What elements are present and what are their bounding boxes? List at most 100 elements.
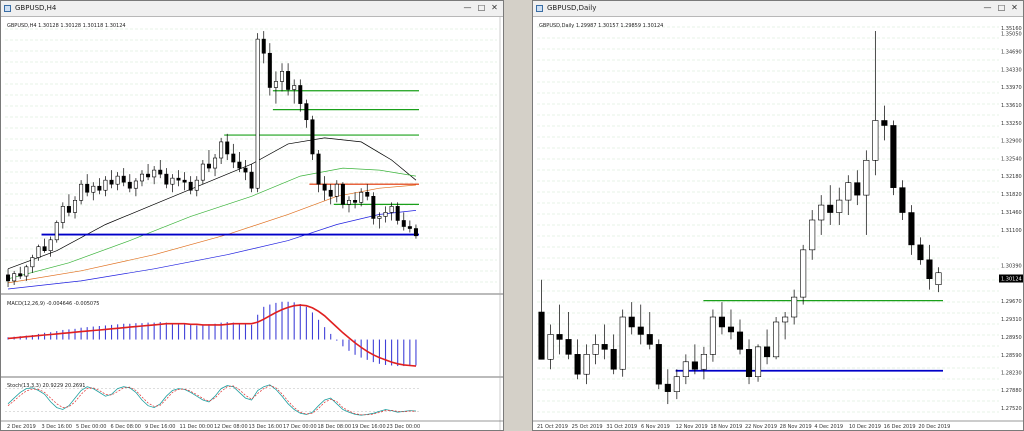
price-axis-label: 1.28590 bbox=[1001, 353, 1022, 359]
candle-body bbox=[365, 191, 370, 197]
candle-body bbox=[637, 326, 644, 335]
daily-window-title: GBPUSD,Daily bbox=[547, 4, 597, 12]
price-axis-label: 1.33610 bbox=[1001, 103, 1022, 109]
minimize-button[interactable]: — bbox=[982, 3, 993, 13]
price-axis-label: 1.30390 bbox=[1001, 263, 1022, 269]
candle-body bbox=[745, 349, 753, 378]
minimize-button[interactable]: — bbox=[462, 3, 473, 13]
candle-body bbox=[827, 204, 834, 213]
time-axis-label: 6 Dec 08:00 bbox=[111, 424, 141, 430]
candle-body bbox=[863, 160, 870, 196]
candle-body bbox=[791, 296, 798, 318]
candle-body bbox=[109, 179, 114, 185]
close-button[interactable]: ✕ bbox=[1009, 3, 1020, 13]
price-axis-label: 1.31820 bbox=[1001, 192, 1022, 198]
h4-chart-window[interactable]: GBPUSD,H4 — □ ✕ 1.353601.346201.336201.3… bbox=[0, 0, 504, 431]
candle-body bbox=[872, 120, 879, 161]
candle-body bbox=[298, 85, 303, 104]
candle-body bbox=[6, 274, 11, 282]
candle-body bbox=[328, 189, 333, 197]
candle-body bbox=[334, 183, 339, 197]
time-axis-label: 5 Dec 00:00 bbox=[76, 424, 106, 430]
candle-body bbox=[583, 354, 590, 375]
candle-body bbox=[30, 257, 35, 268]
daily-chart-window[interactable]: GBPUSD,Daily — □ ✕ 1.35160 1.35050 1.34690… bbox=[532, 0, 1024, 431]
candle-body bbox=[158, 169, 163, 175]
time-axis-label: 4 Dec 2019 bbox=[814, 424, 843, 430]
candle-body bbox=[200, 163, 205, 181]
daily-title-bar[interactable]: GBPUSD,Daily — □ ✕ bbox=[533, 1, 1023, 17]
candle-body bbox=[286, 71, 291, 90]
time-axis-label: 21 Oct 2019 bbox=[537, 424, 568, 430]
current-price-label: 1.30124 bbox=[1001, 277, 1022, 283]
price-axis-label: 1.27880 bbox=[1001, 388, 1022, 394]
candle-body bbox=[146, 173, 151, 178]
candle-body bbox=[754, 346, 762, 378]
maximize-button[interactable]: □ bbox=[996, 3, 1007, 13]
macd-label: MACD(12,26,9) -0.004646 -0.005075 bbox=[7, 301, 99, 307]
candle-body bbox=[908, 212, 915, 246]
chart-window-icon bbox=[536, 5, 543, 12]
candle-body bbox=[304, 103, 309, 121]
price-axis-label: 1.35050 bbox=[1001, 31, 1022, 37]
candle-body bbox=[574, 354, 581, 375]
candle-body bbox=[926, 259, 933, 280]
candle-body bbox=[401, 220, 406, 227]
candle-body bbox=[91, 185, 96, 193]
h4-background bbox=[1, 17, 503, 430]
candle-body bbox=[917, 244, 924, 261]
h4-window-title: GBPUSD,H4 bbox=[15, 4, 57, 12]
candle-body bbox=[359, 191, 364, 203]
h4-chart-svg[interactable]: 1.353601.346201.336201.327001.314401.310… bbox=[1, 17, 503, 430]
candle-body bbox=[718, 316, 726, 328]
price-axis-label: 1.32540 bbox=[1001, 156, 1022, 162]
time-axis-label: 31 Oct 2019 bbox=[606, 424, 637, 430]
candle-body bbox=[389, 206, 394, 213]
price-axis-label: 1.33250 bbox=[1001, 121, 1022, 127]
candle-body bbox=[182, 179, 187, 183]
daily-info-text: GBPUSD,Daily 1.29987 1.30157 1.29859 1.3… bbox=[539, 23, 663, 29]
candle-body bbox=[310, 119, 315, 155]
daily-chart-svg[interactable]: 1.351601.350501.346901.343301.339701.336… bbox=[533, 17, 1023, 430]
candle-body bbox=[547, 334, 554, 360]
candle-body bbox=[371, 195, 376, 219]
candle-body bbox=[255, 38, 260, 189]
candle-body bbox=[899, 187, 906, 213]
candle-body bbox=[845, 182, 852, 201]
candle-body bbox=[395, 206, 400, 221]
candle-body bbox=[273, 81, 278, 88]
candle-body bbox=[36, 246, 41, 258]
candle-body bbox=[736, 331, 744, 350]
candle-body bbox=[18, 273, 23, 277]
daily-chart-area[interactable]: 1.35160 1.35050 1.34690 1.34330 1.33970 1.336… bbox=[533, 17, 1023, 430]
candle-body bbox=[377, 216, 382, 219]
candle-body bbox=[691, 361, 698, 370]
candle-body bbox=[219, 141, 224, 159]
price-axis-label: 1.31460 bbox=[1001, 210, 1022, 216]
price-axis-label: 1.33970 bbox=[1001, 85, 1022, 91]
candle-body bbox=[206, 163, 211, 169]
price-axis-label: 1.31100 bbox=[1001, 228, 1022, 234]
candle-body bbox=[727, 326, 735, 333]
candle-body bbox=[194, 179, 199, 191]
candle-body bbox=[565, 339, 572, 355]
candle-body bbox=[85, 183, 90, 193]
candle-body bbox=[383, 212, 388, 217]
candle-body bbox=[54, 222, 59, 241]
candle-body bbox=[139, 173, 144, 182]
price-axis-label: 1.34330 bbox=[1001, 67, 1022, 73]
close-button[interactable]: ✕ bbox=[489, 3, 500, 13]
h4-title-bar[interactable]: GBPUSD,H4 — □ ✕ bbox=[1, 1, 503, 17]
chart-window-icon bbox=[4, 5, 11, 12]
candle-body bbox=[353, 200, 358, 203]
price-axis-label: 1.29670 bbox=[1001, 299, 1022, 305]
price-axis-label: 1.28950 bbox=[1001, 335, 1022, 341]
time-axis-label: 6 Nov 2019 bbox=[641, 424, 670, 430]
candle-body bbox=[556, 334, 563, 340]
h4-chart-area[interactable]: 1.353601.346201.336201.327001.314401.310… bbox=[1, 17, 503, 430]
maximize-button[interactable]: □ bbox=[476, 3, 487, 13]
candle-body bbox=[249, 171, 254, 189]
candle-body bbox=[592, 344, 599, 355]
candle-body bbox=[655, 344, 662, 385]
time-axis-label: 12 Nov 2019 bbox=[676, 424, 708, 430]
